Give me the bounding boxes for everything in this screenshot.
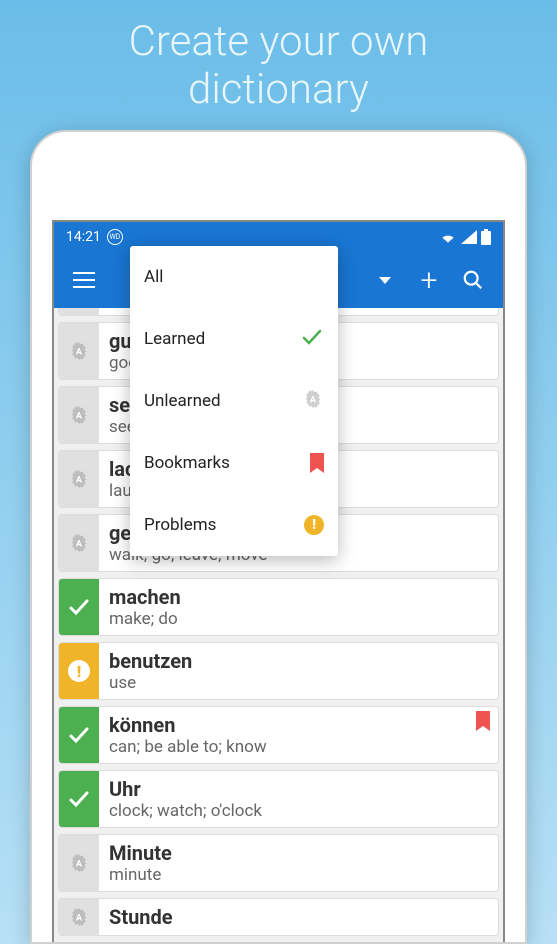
bookmark-icon — [310, 453, 324, 473]
filter-option-label: Unlearned — [144, 391, 221, 411]
word-translation: clock; watch; o'clock — [109, 801, 488, 821]
svg-text:A: A — [76, 412, 83, 422]
battery-icon — [481, 229, 491, 245]
status-indicator: A — [59, 308, 99, 315]
svg-text:A: A — [76, 476, 83, 486]
word-row[interactable]: machenmake; do — [58, 578, 499, 636]
word-translation: minute — [109, 865, 488, 885]
status-indicator: A — [59, 323, 99, 379]
word-row[interactable]: ! benutzenuse — [58, 642, 499, 700]
search-icon — [462, 269, 484, 291]
row-text: Uhrclock; watch; o'clock — [99, 771, 498, 827]
filter-option[interactable]: Unlearned A — [130, 370, 338, 432]
status-indicator — [59, 579, 99, 635]
promo-line-2: dictionary — [188, 65, 369, 114]
status-indicator: A — [59, 515, 99, 571]
word-term: Stunde — [109, 905, 488, 929]
svg-text:A: A — [76, 540, 83, 550]
word-term: Minute — [109, 841, 488, 865]
plus-icon: + — [421, 263, 438, 298]
svg-text:A: A — [76, 348, 83, 358]
svg-text:A: A — [310, 395, 317, 405]
word-translation: make; do — [109, 609, 488, 629]
word-term: Uhr — [109, 777, 488, 801]
status-time: 14:21 — [66, 229, 101, 245]
status-indicator: A — [59, 835, 99, 891]
word-row[interactable]: A Stunde — [58, 898, 499, 936]
filter-option-label: Problems — [144, 515, 216, 535]
word-row[interactable]: könnencan; be able to; know — [58, 706, 499, 764]
word-term: können — [109, 713, 488, 737]
svg-text:A: A — [76, 860, 83, 870]
status-indicator: A — [59, 899, 99, 935]
search-button[interactable] — [451, 258, 495, 302]
alert-icon: ! — [304, 515, 324, 535]
word-translation: use — [109, 673, 488, 693]
word-translation: can; be able to; know — [109, 737, 488, 757]
row-text: Stunde — [99, 899, 498, 935]
svg-text:A: A — [76, 914, 83, 924]
chevron-down-icon — [379, 277, 391, 284]
word-row[interactable]: A Minuteminute — [58, 834, 499, 892]
row-text: könnencan; be able to; know — [99, 707, 498, 763]
alert-icon: ! — [68, 660, 90, 682]
add-button[interactable]: + — [407, 258, 451, 302]
signal-icon — [461, 230, 477, 244]
filter-option-label: Bookmarks — [144, 453, 230, 473]
filter-dropdown-button[interactable] — [363, 258, 407, 302]
hamburger-icon — [73, 272, 95, 288]
word-term: benutzen — [109, 649, 488, 673]
filter-option-label: Learned — [144, 329, 205, 349]
check-icon — [300, 325, 324, 354]
status-indicator: A — [59, 387, 99, 443]
status-indicator — [59, 771, 99, 827]
word-row[interactable]: Uhrclock; watch; o'clock — [58, 770, 499, 828]
row-text: benutzenuse — [99, 643, 498, 699]
filter-option[interactable]: Learned — [130, 308, 338, 370]
cog-icon: A — [302, 388, 324, 415]
promo-line-1: Create your own — [129, 17, 429, 66]
filter-popup: All Learned Unlearned A Bookmarks Problems! — [130, 246, 338, 556]
filter-option-label: All — [144, 267, 163, 287]
filter-option[interactable]: All — [130, 246, 338, 308]
status-indicator: ! — [59, 643, 99, 699]
menu-button[interactable] — [62, 258, 106, 302]
promo-headline: Create your own dictionary — [0, 0, 557, 125]
row-text: machenmake; do — [99, 579, 498, 635]
status-app-badge: WD — [107, 229, 123, 245]
status-indicator — [59, 707, 99, 763]
status-indicator: A — [59, 451, 99, 507]
wifi-icon — [439, 230, 457, 244]
row-text: Minuteminute — [99, 835, 498, 891]
word-term: machen — [109, 585, 488, 609]
filter-option[interactable]: Problems! — [130, 494, 338, 556]
filter-option[interactable]: Bookmarks — [130, 432, 338, 494]
